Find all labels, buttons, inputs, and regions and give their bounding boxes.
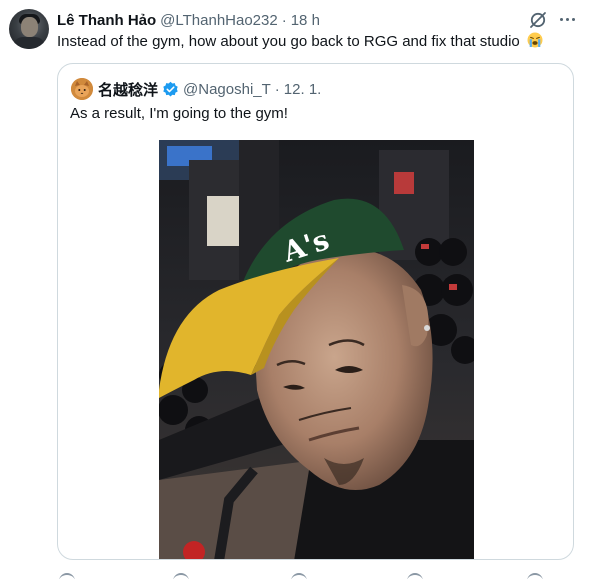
more-dot (571, 17, 575, 21)
views-icon[interactable] (407, 573, 423, 579)
cat-avatar-icon (71, 78, 93, 100)
tweet-timestamp[interactable]: 18 h (291, 12, 320, 29)
quoted-tweet-header: 名越稔洋 @Nagoshi_T · 12. 1. (98, 78, 321, 100)
bookmark-icon[interactable] (527, 573, 543, 579)
gym-selfie-image: A's (159, 140, 474, 559)
quoted-tweet-text: As a result, I'm going to the gym! (70, 105, 288, 122)
more-options-icon[interactable] (556, 8, 578, 30)
quoted-tweet-date[interactable]: 12. 1. (284, 81, 322, 98)
more-dot (565, 17, 569, 21)
tweet-header: Lê Thanh Hảo @LThanhHao232 · 18 h (57, 10, 320, 30)
quoted-tweet-photo[interactable]: A's (159, 140, 474, 559)
more-dot (559, 17, 563, 21)
avatar-body (13, 37, 45, 49)
grok-icon[interactable] (528, 10, 548, 30)
author-avatar[interactable] (9, 9, 49, 49)
quoted-author-avatar[interactable] (71, 78, 93, 100)
retweet-icon[interactable] (173, 573, 189, 579)
tweet-text-content: Instead of the gym, how about you go bac… (57, 33, 520, 50)
reply-icon[interactable] (59, 573, 75, 579)
quoted-tweet[interactable]: 名越稔洋 @Nagoshi_T · 12. 1. As a result, I'… (57, 63, 574, 560)
author-name[interactable]: Lê Thanh Hảo (57, 12, 156, 29)
tweet[interactable]: Lê Thanh Hảo @LThanhHao232 · 18 h Instea… (0, 0, 598, 579)
avatar-face (21, 17, 38, 37)
header-separator: · (281, 11, 287, 29)
tweet-text: Instead of the gym, how about you go bac… (57, 32, 543, 52)
quoted-header-separator: · (274, 80, 280, 98)
like-icon[interactable] (291, 573, 307, 579)
loudly-crying-face-icon (527, 32, 543, 48)
quoted-author-handle[interactable]: @Nagoshi_T (183, 81, 271, 98)
tweet-actions-bar (57, 570, 577, 579)
author-handle[interactable]: @LThanhHao232 (160, 12, 278, 29)
quoted-author-name[interactable]: 名越稔洋 (98, 79, 158, 100)
verified-badge-icon (163, 81, 178, 96)
